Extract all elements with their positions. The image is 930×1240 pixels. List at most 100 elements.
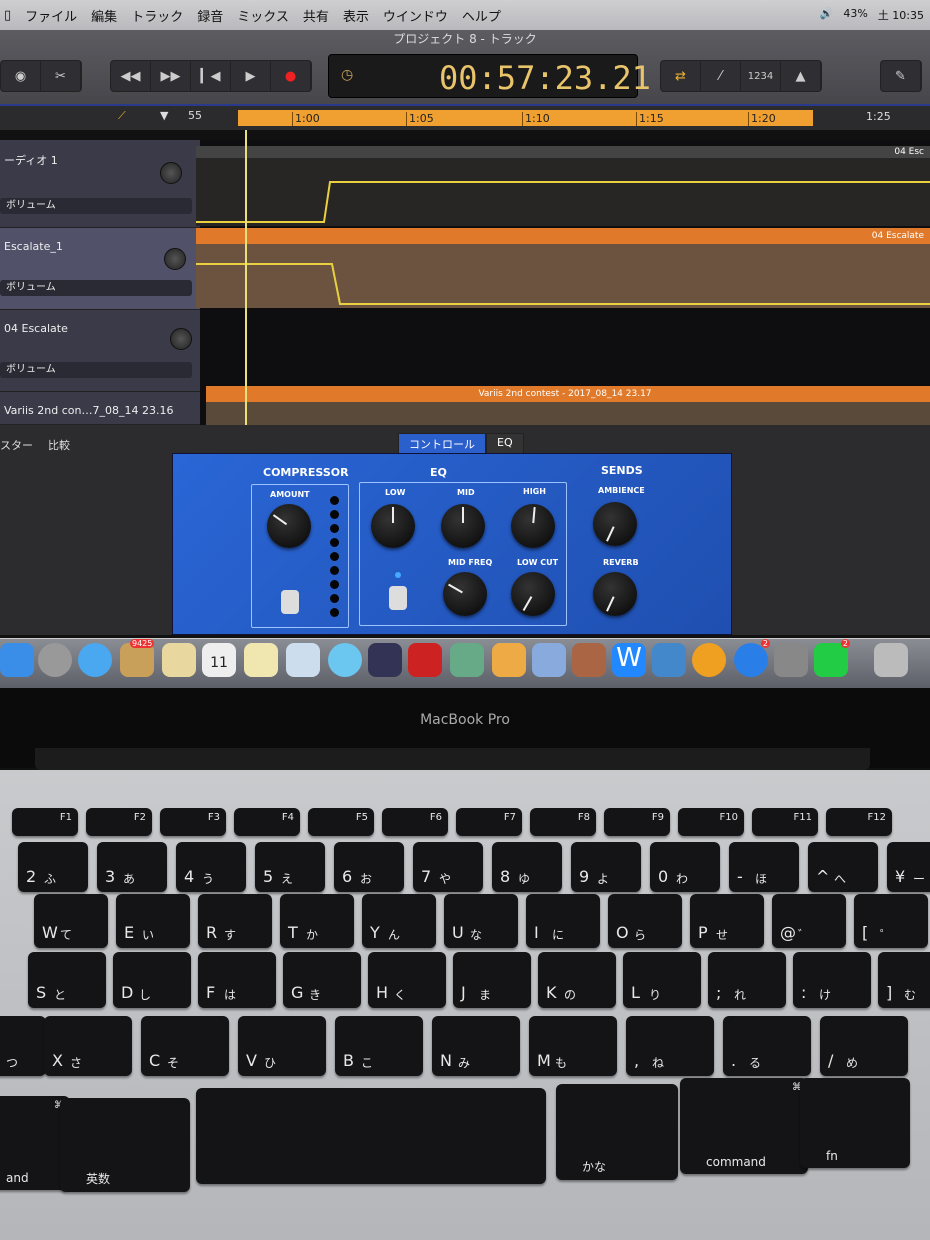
key[interactable]: Vひ	[238, 1016, 326, 1076]
key-label: X	[52, 1051, 63, 1070]
key[interactable]: Yん	[362, 894, 436, 948]
key-label: し	[139, 988, 152, 1002]
key[interactable]: ¥ ー	[887, 842, 930, 892]
key-label: ほ	[755, 872, 768, 886]
key[interactable]: ^ へ	[808, 842, 878, 892]
key[interactable]: F11	[752, 808, 818, 836]
key[interactable]: command ⌘	[680, 1078, 808, 1174]
key-label: お	[360, 872, 373, 886]
key[interactable]: Oら	[608, 894, 682, 948]
key-label: 6	[342, 867, 353, 886]
key[interactable]: 0わ	[650, 842, 720, 892]
key[interactable]: F1	[12, 808, 78, 836]
key[interactable]: 3あ	[97, 842, 167, 892]
key[interactable]: Jま	[453, 952, 531, 1008]
key[interactable]: ] む	[878, 952, 930, 1008]
key[interactable]: F12	[826, 808, 892, 836]
key[interactable]: F8	[530, 808, 596, 836]
key-label: へ	[834, 872, 847, 886]
key-label: て	[60, 928, 73, 942]
key[interactable]: Fは	[198, 952, 276, 1008]
key[interactable]: 9よ	[571, 842, 641, 892]
key-label: :	[801, 983, 807, 1002]
key[interactable]: ; れ	[708, 952, 786, 1008]
key[interactable]: -ほ	[729, 842, 799, 892]
key[interactable]: Uな	[444, 894, 518, 948]
key-label: り	[649, 988, 662, 1002]
key[interactable]: F10	[678, 808, 744, 836]
key-label: R	[206, 923, 218, 942]
key[interactable]: Gき	[283, 952, 361, 1008]
key[interactable]: F4	[234, 808, 300, 836]
key[interactable]: Eい	[116, 894, 190, 948]
key-label: 4	[184, 867, 195, 886]
key-label: す	[224, 928, 237, 942]
key[interactable]: .る	[723, 1016, 811, 1076]
key[interactable]: :け	[793, 952, 871, 1008]
key[interactable]: 8ゆ	[492, 842, 562, 892]
key-label: つ	[6, 1056, 19, 1070]
key-label: う	[202, 872, 215, 886]
key-label: あ	[123, 872, 136, 886]
key[interactable]: Pせ	[690, 894, 764, 948]
key[interactable]: Sと	[28, 952, 106, 1008]
key-label: め	[846, 1056, 859, 1070]
key[interactable]: 英数	[60, 1098, 190, 1192]
key-label: -	[737, 867, 743, 886]
key[interactable]: つ	[0, 1016, 46, 1076]
key[interactable]: Tか	[280, 894, 354, 948]
key[interactable]: @ ゛	[772, 894, 846, 948]
key-label: I	[534, 923, 539, 942]
key-label: と	[54, 988, 67, 1002]
key[interactable]: Kの	[538, 952, 616, 1008]
key-label: ふ	[44, 872, 57, 886]
key-label: 3	[105, 867, 116, 886]
key[interactable]: F6	[382, 808, 448, 836]
key[interactable]: Iに	[526, 894, 600, 948]
key[interactable]: かな	[556, 1084, 678, 1180]
key-label: ;	[716, 983, 722, 1002]
key[interactable]: Xさ	[44, 1016, 132, 1076]
key[interactable]: F3	[160, 808, 226, 836]
key-label: U	[452, 923, 464, 942]
key[interactable]: 5え	[255, 842, 325, 892]
key-label: れ	[734, 988, 747, 1002]
key[interactable]: Nみ	[432, 1016, 520, 1076]
key[interactable]: F5	[308, 808, 374, 836]
key-label: 5	[263, 867, 274, 886]
key-label: ー	[913, 872, 926, 886]
key-label: ね	[652, 1056, 665, 1070]
key[interactable]: F2	[86, 808, 152, 836]
key[interactable]: fn	[800, 1078, 910, 1168]
key[interactable]: Rす	[198, 894, 272, 948]
key-label: む	[904, 988, 917, 1002]
key[interactable]	[196, 1088, 546, 1184]
key-label: よ	[597, 872, 610, 886]
key-label: command	[706, 1155, 766, 1169]
key[interactable]: Hく	[368, 952, 446, 1008]
key[interactable]: ,ね	[626, 1016, 714, 1076]
key[interactable]: 6お	[334, 842, 404, 892]
key-label: み	[458, 1056, 471, 1070]
key[interactable]: Dし	[113, 952, 191, 1008]
key-label: F10	[719, 812, 738, 823]
key[interactable]: 4う	[176, 842, 246, 892]
key-label: @	[780, 923, 796, 942]
key[interactable]: Lり	[623, 952, 701, 1008]
key[interactable]: Wて	[34, 894, 108, 948]
key-label: か	[306, 928, 319, 942]
key[interactable]: Cそ	[141, 1016, 229, 1076]
key[interactable]: [゜	[854, 894, 928, 948]
key[interactable]: F7	[456, 808, 522, 836]
key-label: わ	[676, 872, 689, 886]
key[interactable]: F9	[604, 808, 670, 836]
key[interactable]: / め	[820, 1016, 908, 1076]
key[interactable]: Mも	[529, 1016, 617, 1076]
key[interactable]: Bこ	[335, 1016, 423, 1076]
key-label: F	[206, 983, 216, 1002]
key[interactable]: 2ふ	[18, 842, 88, 892]
key[interactable]: 7や	[413, 842, 483, 892]
key-label: さ	[70, 1056, 83, 1070]
key-label: 2	[26, 867, 37, 886]
key-label: る	[749, 1056, 762, 1070]
